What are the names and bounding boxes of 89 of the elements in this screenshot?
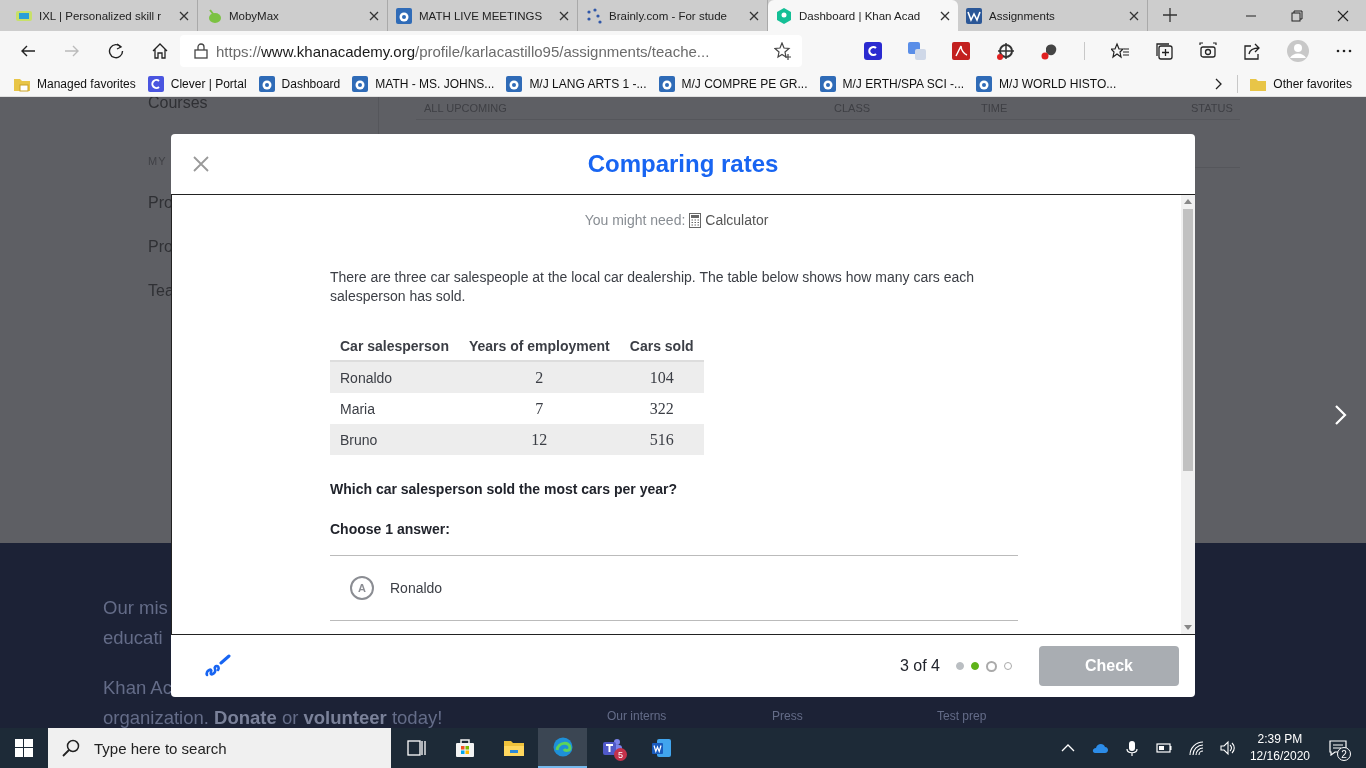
- speaker-icon[interactable]: [1219, 740, 1236, 756]
- bookmark-link[interactable]: MATH - MS. JOHNS...: [352, 75, 495, 92]
- close-icon[interactable]: [749, 10, 759, 21]
- clock[interactable]: 2:39 PM 12/16/2020: [1249, 731, 1310, 765]
- table-cell: Maria: [330, 393, 459, 424]
- address-bar[interactable]: https://www.khanacademy.org/profile/karlacastillo95/assignments/teache...: [180, 35, 802, 67]
- bookmark-link[interactable]: Managed favorites: [14, 75, 136, 92]
- table-cell: 7: [458, 393, 620, 424]
- c-letter-icon[interactable]: [864, 42, 882, 60]
- windows-logo-icon[interactable]: [15, 739, 33, 757]
- app-tile-icon: [352, 75, 369, 92]
- close-icon[interactable]: [559, 10, 569, 21]
- leaf-icon: [206, 7, 222, 24]
- refresh-icon[interactable]: [108, 43, 124, 59]
- answer-choice[interactable]: A Ronaldo: [330, 556, 1018, 621]
- app-tile-icon: [658, 75, 675, 92]
- url-text: https://www.khanacademy.org/profile/karlacastillo95/assignments/teache...: [216, 42, 711, 60]
- search-box[interactable]: Type here to search: [48, 728, 391, 768]
- plus-icon[interactable]: [1162, 7, 1178, 23]
- table-cell: 104: [619, 361, 704, 393]
- close-icon[interactable]: [369, 10, 379, 21]
- other-favorites-link[interactable]: Other favorites: [1250, 75, 1352, 92]
- search-icon: [62, 739, 80, 757]
- battery-icon[interactable]: [1155, 740, 1172, 756]
- question-text: Which car salesperson sold the most cars per year?: [330, 481, 679, 497]
- c-letter-icon: [147, 75, 164, 92]
- close-icon[interactable]: [1129, 10, 1139, 21]
- about-text: Khan Ac organization. Donate or volunteer today!: [103, 676, 444, 728]
- mission-text: Our mis educati: [103, 596, 169, 650]
- home-icon[interactable]: [152, 43, 168, 59]
- close-icon[interactable]: [1337, 9, 1349, 22]
- bookmark-link[interactable]: M/J ERTH/SPA SCI -...: [819, 75, 965, 92]
- star-plus-icon[interactable]: [774, 42, 792, 60]
- table-cell: Ronaldo: [330, 361, 459, 393]
- notification-center-button[interactable]: 2: [1322, 728, 1354, 768]
- shopping-bag-icon: [454, 738, 475, 758]
- bookmark-link[interactable]: M/J COMPRE PE GR...: [658, 75, 808, 92]
- scratchpad-icon[interactable]: [203, 653, 231, 679]
- scrollbar[interactable]: [1181, 195, 1195, 634]
- wifi-icon[interactable]: [1187, 740, 1204, 756]
- app-tile-icon: [258, 75, 275, 92]
- microphone-icon[interactable]: [1123, 740, 1140, 756]
- swirl-icon: [552, 737, 573, 757]
- task-view-icon: [405, 738, 426, 758]
- app-tile-icon: [976, 75, 993, 92]
- progress-text: 3 of 4: [899, 657, 940, 675]
- app-tile-icon: [396, 7, 412, 24]
- notification-count: 2: [1337, 747, 1351, 761]
- restore-icon[interactable]: [1291, 9, 1303, 22]
- collections-icon[interactable]: [1155, 42, 1173, 60]
- notification-badge: 5: [614, 748, 627, 761]
- table-cell: 12: [458, 424, 620, 455]
- close-icon[interactable]: [940, 10, 950, 21]
- up-arrow-icon: [1184, 199, 1192, 204]
- close-icon[interactable]: [179, 10, 189, 21]
- calculator-icon: [689, 212, 702, 228]
- crosshair-icon[interactable]: [996, 42, 1014, 60]
- message-icon: [1329, 740, 1347, 756]
- dialog-title: Comparing rates: [587, 150, 779, 178]
- scrollbar-thumb[interactable]: [1183, 209, 1193, 471]
- bookmark-link[interactable]: Dashboard: [258, 75, 341, 92]
- back-arrow-icon[interactable]: [20, 43, 36, 59]
- taskbar-app[interactable]: 5: [587, 728, 636, 768]
- down-arrow-icon: [1184, 625, 1192, 630]
- table-cell: 516: [619, 424, 704, 455]
- app-tile-icon: [819, 75, 836, 92]
- browser-tab[interactable]: Dashboard | Khan Acad: [768, 0, 958, 31]
- camera-icon[interactable]: [1199, 42, 1217, 60]
- calculator-link[interactable]: Calculator: [705, 212, 769, 228]
- chevron-right-icon[interactable]: [1215, 77, 1224, 90]
- favorites-list-icon[interactable]: [1111, 42, 1129, 60]
- search-input[interactable]: Type here to search: [92, 738, 376, 758]
- folder-icon: [503, 738, 524, 758]
- lock-icon: [194, 43, 208, 59]
- bookmark-link[interactable]: M/J LANG ARTS 1 -...: [506, 75, 647, 92]
- table-cell: Bruno: [330, 424, 459, 455]
- question-text: There are three car salespeople at the local car dealership. The table below shows how many cars each salesperson has sold.: [330, 268, 976, 306]
- app-tile-icon: [506, 75, 523, 92]
- blob-icon[interactable]: [1040, 42, 1058, 60]
- instruction-text: Choose 1 answer:: [330, 521, 451, 537]
- bookmark-link[interactable]: Clever | Portal: [147, 75, 247, 92]
- share-icon[interactable]: [1243, 42, 1261, 60]
- people-tile-icon: [601, 738, 622, 758]
- hint-label: You might need:: [584, 212, 686, 228]
- document-w-icon: [650, 738, 671, 758]
- bookmark-link[interactable]: M/J WORLD HISTO...: [976, 75, 1117, 92]
- dots-icon: [586, 7, 602, 24]
- table-cell: 2: [458, 361, 620, 393]
- table-cell: 322: [619, 393, 704, 424]
